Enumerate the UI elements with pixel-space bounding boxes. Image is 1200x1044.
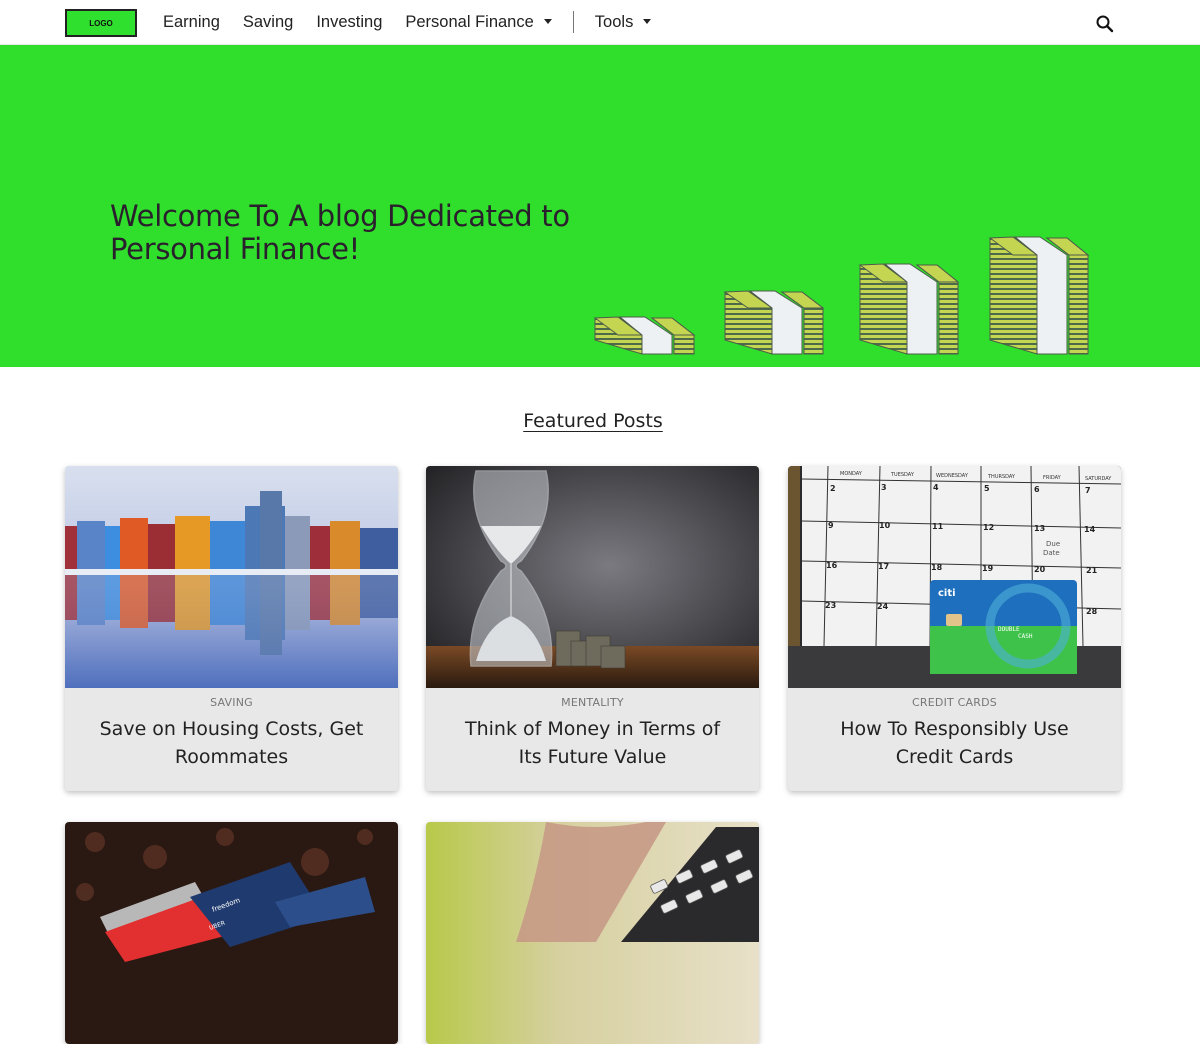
nav-link-label: Investing (316, 12, 383, 31)
svg-text:23: 23 (825, 601, 836, 610)
svg-text:DOUBLE: DOUBLE (998, 626, 1020, 633)
svg-text:4: 4 (933, 483, 939, 492)
nav-link-investing[interactable]: Investing (316, 13, 382, 32)
post-category: MENTALITY (561, 696, 624, 709)
svg-text:17: 17 (878, 562, 889, 571)
svg-text:16: 16 (826, 561, 838, 570)
svg-text:18: 18 (931, 563, 943, 572)
hero-title: Welcome To A blog Dedicated to Personal … (110, 199, 570, 266)
svg-text:12: 12 (983, 523, 994, 532)
svg-text:Due: Due (1046, 540, 1060, 548)
post-image-calculator (426, 822, 759, 1044)
caret-down-icon (643, 18, 652, 24)
money-stack-medium (723, 290, 825, 355)
post-card-body: SAVING Save on Housing Costs, Get Roomma… (65, 688, 398, 791)
logo[interactable]: LOGO (65, 9, 137, 37)
post-image-houses (65, 466, 398, 688)
post-title[interactable]: Save on Housing Costs, Get Roommates (65, 715, 398, 771)
nav-link-label: Tools (594, 12, 634, 31)
svg-text:9: 9 (828, 521, 834, 530)
nav-link-label: Personal Finance (405, 12, 534, 31)
post-title[interactable]: How To Responsibly Use Credit Cards (788, 715, 1121, 771)
nav-link-label: Earning (163, 12, 220, 31)
svg-text:24: 24 (877, 602, 889, 611)
search-icon (1096, 15, 1114, 33)
svg-text:WEDNESDAY: WEDNESDAY (936, 473, 969, 479)
svg-text:14: 14 (1084, 525, 1096, 534)
nav-link-label: Saving (242, 12, 294, 31)
svg-text:Date: Date (1043, 549, 1060, 557)
post-card-body: MENTALITY Think of Money in Terms of Its… (426, 688, 759, 791)
post-image-credit-cards-granite: freedom UBER (65, 822, 398, 1044)
caret-down-icon (543, 18, 552, 24)
post-image-hourglass (426, 466, 759, 688)
svg-text:19: 19 (982, 564, 994, 573)
post-title[interactable]: Think of Money in Terms of Its Future Va… (426, 715, 759, 771)
nav-links: Earning Saving Investing Personal Financ… (163, 0, 674, 44)
post-card-credit-cards[interactable]: MONDAY TUESDAY WEDNESDAY THURSDAY FRIDAY SATU… (788, 466, 1121, 791)
money-stack-large (858, 263, 960, 355)
post-category: SAVING (210, 696, 253, 709)
search-button[interactable] (1095, 14, 1115, 34)
svg-text:MONDAY: MONDAY (840, 471, 863, 477)
svg-text:20: 20 (1034, 565, 1046, 574)
nav-dropdown-tools[interactable]: Tools (595, 13, 652, 32)
svg-text:21: 21 (1086, 566, 1098, 575)
post-card-5[interactable] (426, 822, 759, 1044)
svg-text:FRIDAY: FRIDAY (1043, 475, 1062, 481)
post-card-body: CREDIT CARDS How To Responsibly Use Cred… (788, 688, 1121, 791)
post-category: CREDIT CARDS (912, 696, 997, 709)
money-stack-largest (988, 236, 1090, 355)
featured-posts-link[interactable]: Featured Posts (523, 410, 663, 432)
featured-posts-heading: Featured Posts (0, 410, 1186, 432)
svg-text:TUESDAY: TUESDAY (890, 472, 915, 478)
post-card-future-value[interactable]: MENTALITY Think of Money in Terms of Its… (426, 466, 759, 791)
nav-dropdown-personal-finance[interactable]: Personal Finance (405, 12, 552, 32)
nav-divider (572, 11, 574, 33)
svg-text:28: 28 (1086, 607, 1098, 616)
post-card-4[interactable]: freedom UBER (65, 822, 398, 1044)
nav-link-earning[interactable]: Earning (163, 13, 220, 32)
svg-text:3: 3 (881, 483, 887, 492)
svg-text:SATURDAY: SATURDAY (1085, 476, 1112, 482)
svg-text:6: 6 (1034, 485, 1040, 494)
svg-text:2: 2 (830, 484, 836, 493)
nav-link-saving[interactable]: Saving (243, 13, 293, 32)
svg-text:CASH: CASH (1018, 633, 1033, 640)
post-image-calendar-card: MONDAY TUESDAY WEDNESDAY THURSDAY FRIDAY SATU… (788, 466, 1121, 688)
money-stack-small (593, 316, 696, 355)
svg-text:7: 7 (1085, 486, 1091, 495)
hero-banner: Welcome To A blog Dedicated to Personal … (0, 45, 1200, 367)
post-card-housing[interactable]: SAVING Save on Housing Costs, Get Roomma… (65, 466, 398, 791)
svg-text:THURSDAY: THURSDAY (987, 474, 1016, 480)
svg-text:11: 11 (932, 522, 944, 531)
svg-text:10: 10 (879, 521, 891, 530)
money-stacks-illustration (593, 236, 1090, 355)
svg-text:13: 13 (1034, 524, 1045, 533)
navbar: LOGO Earning Saving Investing Personal F… (0, 0, 1200, 45)
svg-text:5: 5 (984, 484, 990, 493)
svg-text:citi: citi (938, 588, 956, 599)
